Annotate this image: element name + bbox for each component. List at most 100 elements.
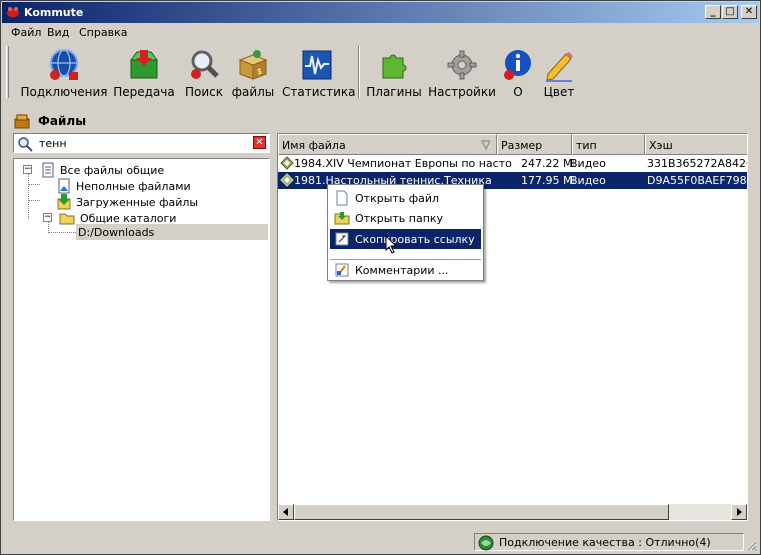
video-file-icon [280,156,294,170]
column-header-hash[interactable]: Хэш [645,134,747,155]
column-header-size[interactable]: Размер [497,134,572,155]
tree-label: Неполные файлами [76,180,191,193]
files-section-icon [14,114,30,129]
folder-icon [59,213,75,225]
window-title: Kommute [24,6,84,19]
toolbar-connections-label: Подключения [20,85,108,99]
main-toolbar: Подключения Передача Поиск $ файлы Стати… [2,44,759,104]
tree-node-all-files[interactable]: − Все файлы общие [18,162,258,178]
column-header-label: Хэш [649,139,673,152]
tree-line [28,173,29,219]
connection-quality-value: Отлично(4) [645,536,711,549]
connection-quality-label: Подключение качества : [499,536,642,549]
tree-label: D:/Downloads [78,226,155,239]
tree-line [28,184,40,185]
connection-quality-icon [478,535,494,551]
toolbar-transfer-label: Передача [113,85,175,99]
tree-collapse-toggle[interactable]: − [23,165,32,174]
column-header-name[interactable]: Имя файла [278,134,497,155]
toolbar-files-label: файлы [231,85,275,99]
column-header-type[interactable]: тип [572,134,645,155]
column-header-label: тип [576,139,597,152]
context-item-label: Открыть папку [355,212,444,225]
menu-help[interactable]: Справка [79,26,127,39]
scroll-left-button[interactable] [278,504,294,520]
connection-quality-panel: Подключение качества : Отлично(4) [474,533,744,551]
document-icon [42,162,54,178]
file-row[interactable]: 1984.XIV Чемпионат Европы по настольному… [278,155,747,172]
search-magnifier-icon [191,50,219,79]
toolbar-settings-button[interactable]: Настройки [428,46,496,100]
toolbar-color-label: Цвет [543,85,575,99]
toolbar-connections-button[interactable]: Подключения [20,46,108,100]
search-box: ✕ [13,133,270,153]
settings-gear-icon [447,50,477,80]
tree-node-incomplete[interactable]: Неполные файлами [40,178,260,194]
maximize-button[interactable]: □ [722,5,738,19]
app-window: Kommute _ □ ✕ Файл Вид Справка Подключен… [0,0,761,555]
context-comments[interactable]: Комментарии ... [330,260,481,280]
video-file-icon [280,173,294,187]
column-header-label: Размер [501,139,543,152]
search-icon [18,137,33,152]
tree-collapse-toggle[interactable]: − [43,213,52,222]
folder-tree: − Все файлы общие Неполные файлами Загру… [13,158,270,521]
column-header-label: Имя файла [282,139,346,152]
status-bar: Подключение качества : Отлично(4) [2,531,759,553]
tree-node-downloaded[interactable]: Загруженные файлы [40,194,260,210]
file-size: 247.22 MB [521,157,574,170]
toolbar-files-button[interactable]: $ файлы [230,46,276,100]
file-hash: D9A55F0BAEF798CE [647,174,747,187]
file-type: Видео [570,157,606,170]
arrow-left-icon [283,508,288,516]
toolbar-about-label: О [513,85,523,99]
about-info-icon [504,50,531,80]
minimize-button[interactable]: _ [705,5,721,19]
toolbar-search-button[interactable]: Поиск [182,46,226,100]
toolbar-color-button[interactable]: Цвет [540,46,578,100]
sort-triangle-icon [481,140,491,150]
kommute-logo-icon [7,7,19,18]
tree-label: Все файлы общие [60,164,165,177]
horizontal-scrollbar[interactable] [278,504,747,520]
context-item-label: Скопировать ссылку [355,233,475,246]
toolbar-statistics-label: Статистика [282,85,356,99]
context-menu: Открыть файл Открыть папку Скопировать с… [327,184,484,281]
toolbar-about-button[interactable]: О [500,46,536,100]
context-open-file[interactable]: Открыть файл [330,188,481,208]
clear-search-button[interactable]: ✕ [253,136,266,149]
comment-icon [335,263,349,277]
incomplete-file-icon [58,178,70,194]
scroll-right-button[interactable] [731,504,747,520]
toolbar-plugins-label: Плагины [366,85,422,99]
tree-line [48,232,76,233]
menu-view[interactable]: Вид [47,26,69,39]
context-copy-link[interactable]: Скопировать ссылку [330,229,481,249]
connections-globe-icon [50,49,78,80]
toolbar-grip[interactable] [6,46,9,98]
scroll-thumb[interactable] [294,504,669,520]
search-input[interactable] [39,136,239,150]
mouse-cursor-icon [385,235,398,254]
transfer-arrows-icon [130,50,158,79]
files-section-title: Файлы [38,114,87,128]
toolbar-search-label: Поиск [184,85,223,99]
downloaded-file-icon [57,194,71,210]
toolbar-plugins-button[interactable]: Плагины [366,46,422,100]
plugins-puzzle-icon [382,54,407,79]
context-item-label: Открыть файл [355,192,440,205]
arrow-right-icon [737,508,742,516]
connection-quality-text: Подключение качества : Отлично(4) [499,536,711,549]
title-bar[interactable]: Kommute _ □ ✕ [2,2,759,23]
toolbar-statistics-button[interactable]: Статистика [282,46,356,100]
file-hash: 331B365272A84206C [647,157,747,170]
close-button[interactable]: ✕ [741,5,757,19]
files-box-icon: $ [238,50,268,80]
tree-node-downloads-folder[interactable]: D:/Downloads [76,224,268,240]
toolbar-separator [358,46,360,98]
menu-file[interactable]: Файл [11,26,41,39]
context-open-folder[interactable]: Открыть папку [330,208,481,228]
toolbar-transfer-button[interactable]: Передача [112,46,176,100]
resize-grip-icon[interactable] [745,539,757,551]
file-type: Видео [570,174,606,187]
